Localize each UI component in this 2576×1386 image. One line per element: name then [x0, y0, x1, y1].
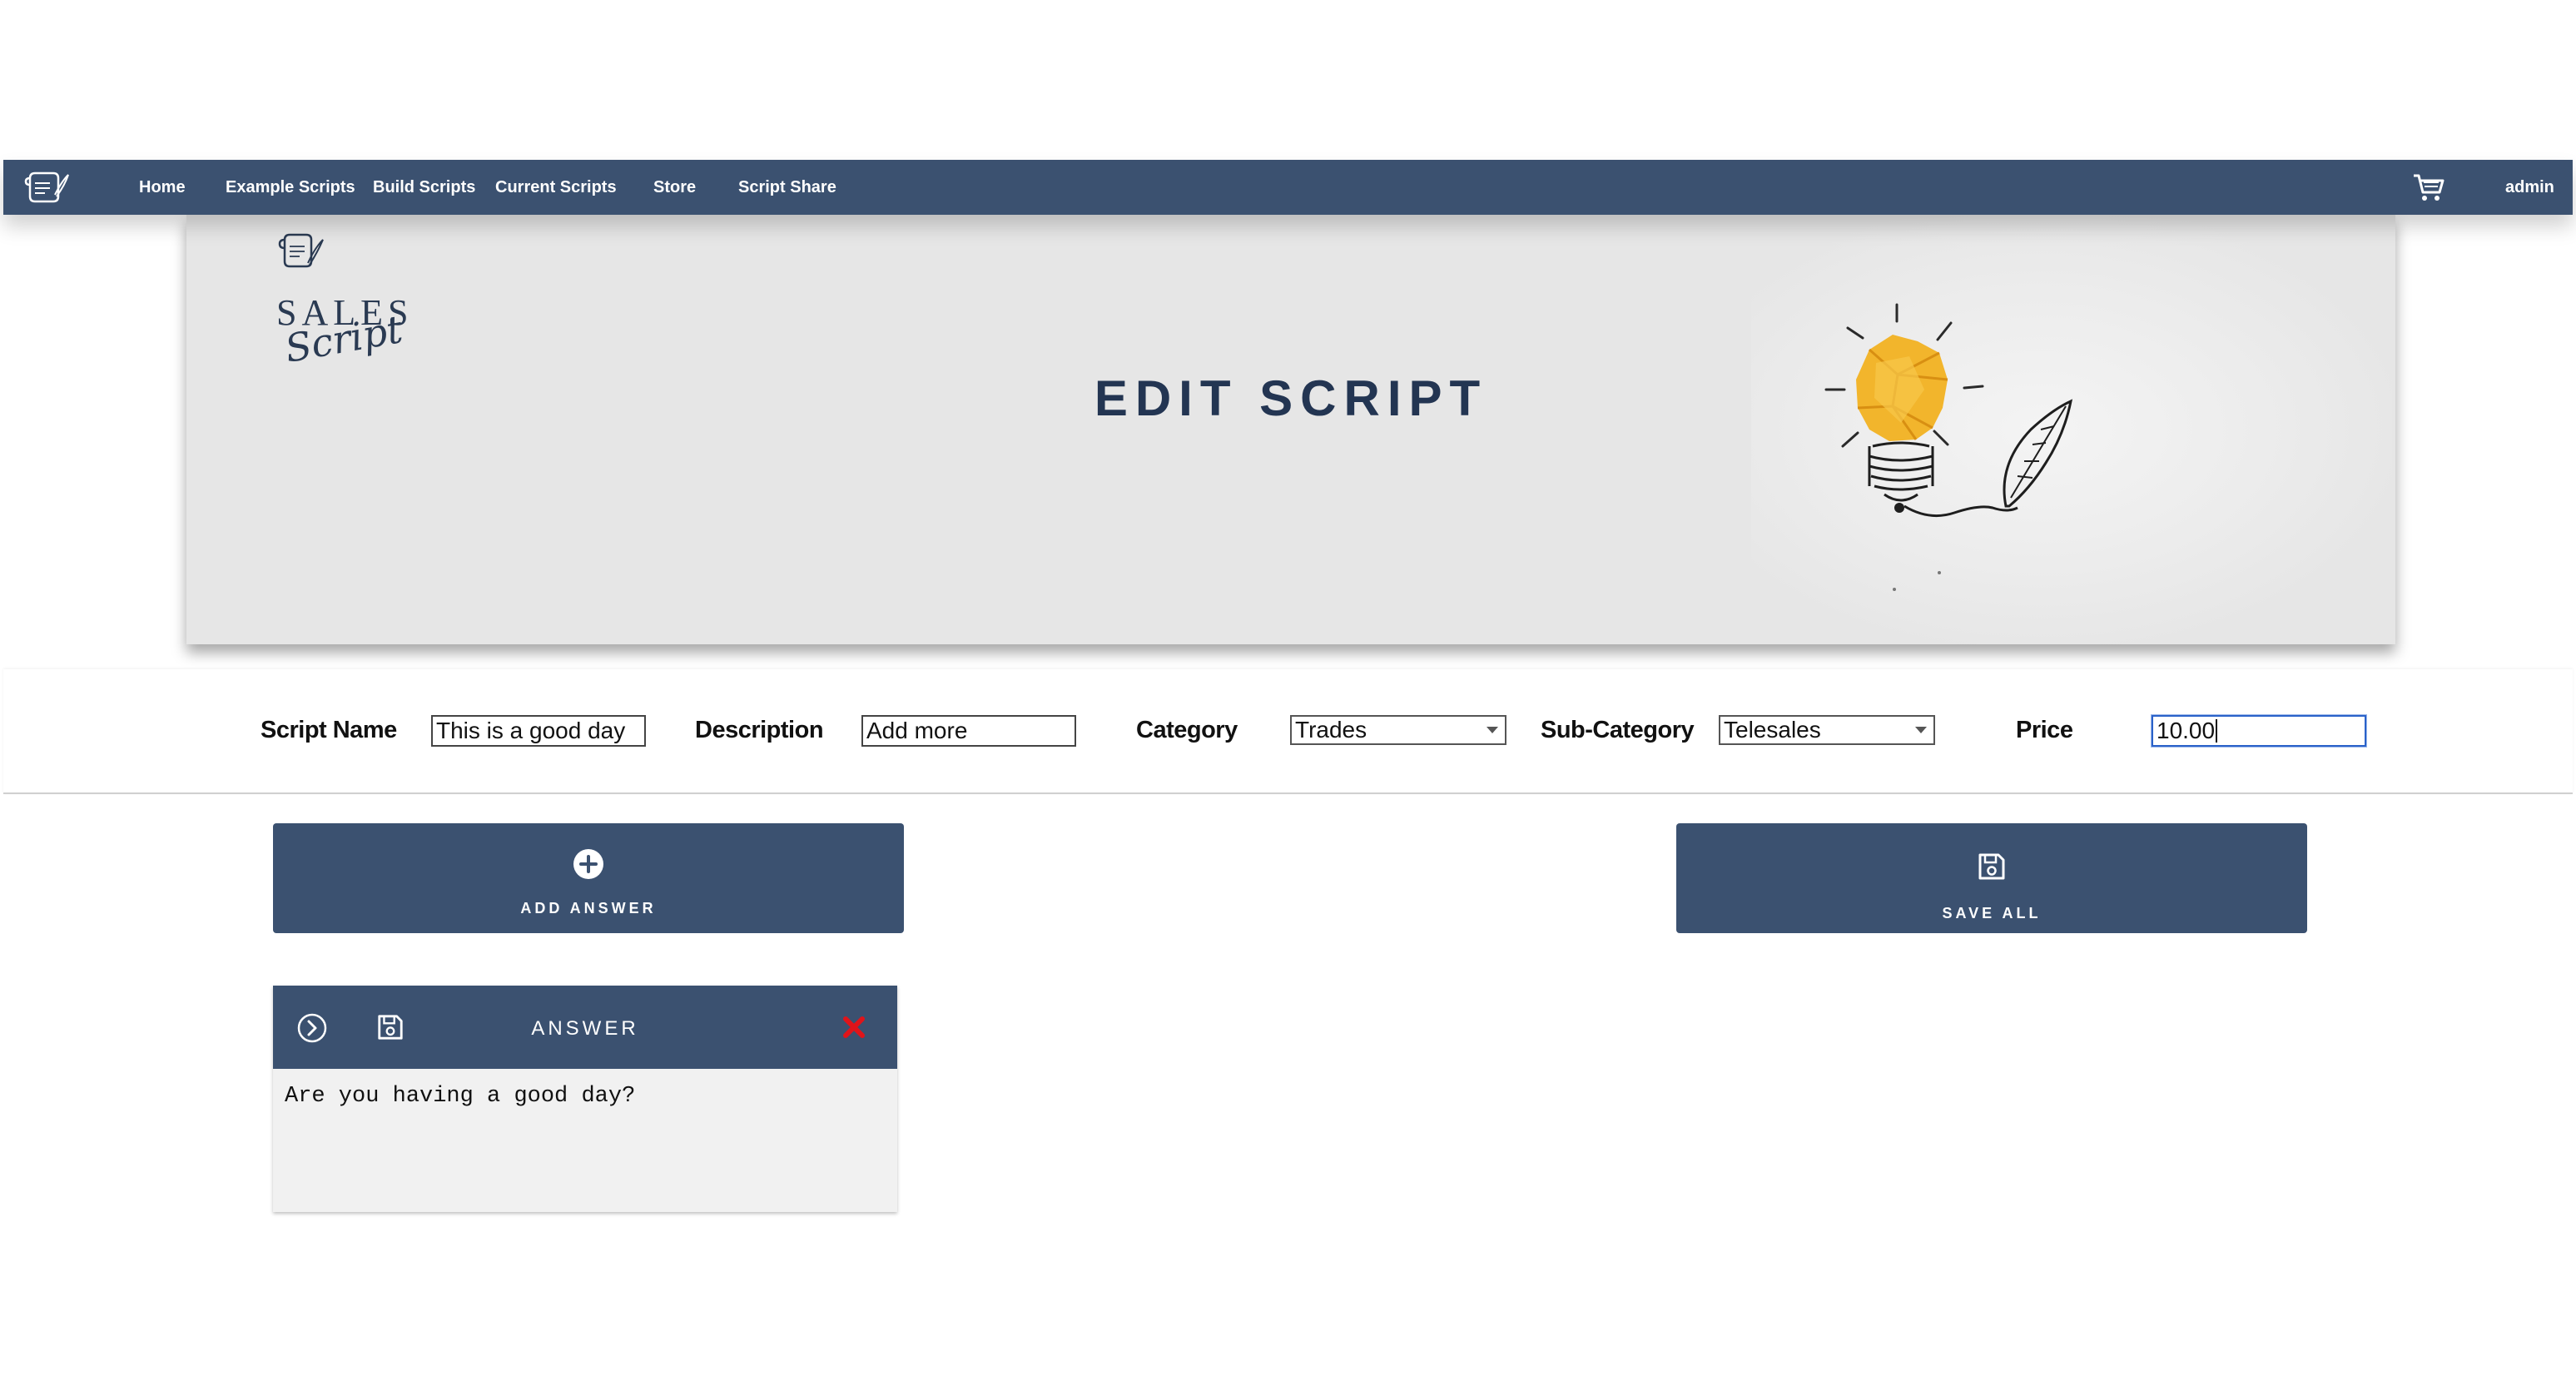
description-input[interactable]: Add more [861, 715, 1076, 747]
script-details-form: Script Name This is a good day Descripti… [3, 669, 2573, 794]
answer-card: ANSWER Are you having a good day? [273, 986, 897, 1212]
price-label: Price [2016, 717, 2073, 743]
top-navbar: Home Example Scripts Build Scripts Curre… [3, 160, 2573, 215]
save-all-label: SAVE ALL [1942, 905, 2042, 922]
brand-logo: SALES Script [226, 231, 408, 371]
answer-card-title: ANSWER [531, 1017, 639, 1040]
price-input[interactable]: 10.00 [2151, 714, 2367, 748]
floppy-disk-icon [1978, 853, 2005, 880]
lightbulb-quill-illustration [1824, 303, 2073, 591]
answer-textarea[interactable]: Are you having a good day? [285, 1084, 884, 1200]
add-answer-button[interactable]: ADD ANSWER [273, 823, 904, 933]
scroll-logo-icon[interactable] [23, 168, 70, 206]
text-cursor [2216, 719, 2218, 743]
category-select[interactable]: Trades [1290, 715, 1506, 745]
nav-link-example-scripts[interactable]: Example Scripts [226, 160, 355, 215]
nav-link-build-scripts[interactable]: Build Scripts [373, 160, 475, 215]
category-select-value: Trades [1295, 717, 1367, 743]
hero-banner: SALES Script EDIT SCRIPT [186, 215, 2395, 644]
add-answer-label: ADD ANSWER [520, 900, 657, 917]
scroll-quill-icon [278, 233, 324, 268]
nav-link-current-scripts[interactable]: Current Scripts [495, 160, 617, 215]
script-name-input[interactable]: This is a good day [431, 715, 646, 747]
page: Home Example Scripts Build Scripts Curre… [0, 0, 2576, 1386]
close-icon[interactable] [842, 1016, 866, 1039]
shopping-cart-icon[interactable] [2412, 171, 2445, 204]
nav-link-store[interactable]: Store [653, 160, 696, 215]
category-label: Category [1136, 717, 1238, 743]
nav-link-script-share[interactable]: Script Share [738, 160, 836, 215]
script-name-label: Script Name [261, 717, 397, 743]
answer-card-header: ANSWER [273, 986, 897, 1069]
subcategory-label: Sub-Category [1541, 717, 1695, 743]
plus-circle-icon [573, 849, 603, 879]
chevron-down-icon [1915, 727, 1927, 733]
save-all-button[interactable]: SAVE ALL [1676, 823, 2307, 933]
nav-link-home[interactable]: Home [139, 160, 186, 215]
chevron-down-icon [1487, 727, 1498, 733]
price-input-value: 10.00 [2157, 718, 2216, 743]
description-label: Description [695, 717, 824, 743]
subcategory-select[interactable]: Telesales [1719, 715, 1935, 745]
subcategory-select-value: Telesales [1724, 717, 1821, 743]
user-menu-admin[interactable]: admin [2505, 160, 2554, 215]
